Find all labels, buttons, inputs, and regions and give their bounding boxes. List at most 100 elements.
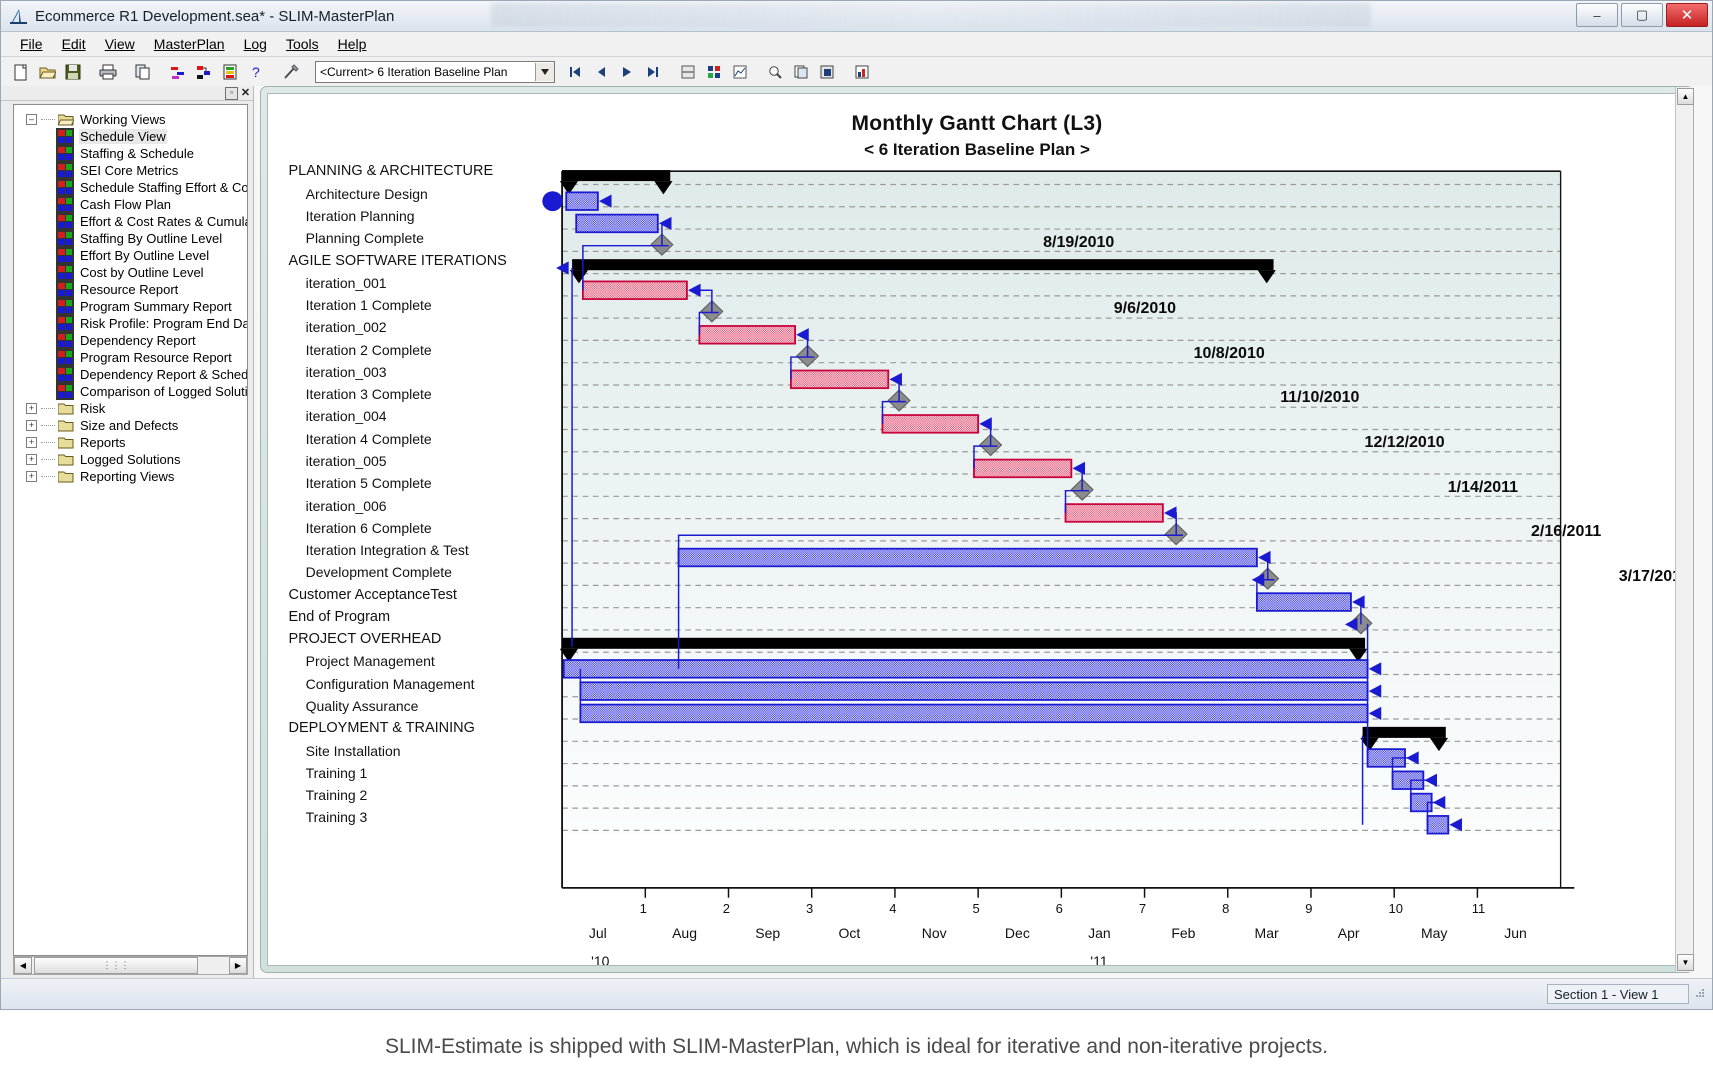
minimize-button[interactable]: –: [1576, 3, 1618, 27]
plan-select[interactable]: <Current> 6 Iteration Baseline Plan: [315, 61, 555, 83]
gantt-bar-architecture-design: [542, 191, 599, 212]
gantt-bar-iteration-002: [698, 325, 796, 345]
tree-folder-risk[interactable]: + Risk: [14, 400, 247, 417]
tree-item-label: Program Summary Report: [80, 299, 232, 314]
gantt-row-label: Iteration 5 Complete: [305, 475, 432, 492]
menu-view[interactable]: View: [96, 33, 144, 55]
tree-horizontal-scrollbar[interactable]: ◀ ⋮⋮⋮ ▶: [13, 956, 248, 975]
view-report-icon: [56, 145, 74, 162]
milestone-date-label: 11/10/2010: [1280, 389, 1360, 407]
resize-grip-icon[interactable]: [1693, 987, 1707, 1001]
tree-node-working-views[interactable]: – Working Views: [14, 111, 247, 128]
tree-expander-icon[interactable]: +: [26, 454, 37, 465]
scrollbar-thumb[interactable]: ⋮⋮⋮: [34, 957, 198, 974]
scroll-down-icon[interactable]: ▼: [1677, 954, 1694, 971]
tree-expander-icon[interactable]: +: [26, 471, 37, 482]
save-disk-icon[interactable]: [61, 60, 85, 84]
tree-expander-icon[interactable]: +: [26, 420, 37, 431]
view-report-icon: [56, 298, 74, 315]
view-report-icon: [56, 281, 74, 298]
scroll-up-icon[interactable]: ▲: [1677, 88, 1694, 105]
axis-tick-number: 11: [1471, 901, 1486, 917]
tree-item-cash-flow-plan[interactable]: Cash Flow Plan: [14, 196, 247, 213]
milestone-date-label: 1/14/2011: [1447, 478, 1519, 496]
tree-item-dependency-report[interactable]: Dependency Report: [14, 332, 247, 349]
export-icon[interactable]: [850, 60, 874, 84]
menu-masterplan[interactable]: MasterPlan: [145, 33, 234, 55]
legend-icon[interactable]: [218, 60, 242, 84]
tree-item-schedule-staffing-effort-cost[interactable]: Schedule Staffing Effort & Cost: [14, 179, 247, 196]
tree-item-schedule-view[interactable]: Schedule View: [14, 128, 247, 145]
tree-item-label: Risk Profile: Program End Date: [80, 316, 248, 331]
gantt-bar-project-management: [562, 659, 1369, 679]
open-folder-icon[interactable]: [35, 60, 59, 84]
views-tree[interactable]: – Working Views Schedule View Staffing & …: [13, 104, 248, 956]
scroll-left-icon[interactable]: ◀: [14, 957, 32, 974]
first-record-icon[interactable]: [563, 60, 587, 84]
tree-item-effort-cost-rates-cumulative[interactable]: Effort & Cost Rates & Cumulative: [14, 213, 247, 230]
tree-folder-size-and-defects[interactable]: + Size and Defects: [14, 417, 247, 434]
plan-select-value: <Current> 6 Iteration Baseline Plan: [320, 65, 508, 79]
previous-record-icon[interactable]: [589, 60, 613, 84]
restore-icon[interactable]: ▫: [225, 86, 238, 100]
tree-item-program-resource-report[interactable]: Program Resource Report: [14, 349, 247, 366]
tree-item-staffing-by-outline-level[interactable]: Staffing By Outline Level: [14, 230, 247, 247]
menu-edit[interactable]: Edit: [53, 33, 95, 55]
play-icon[interactable]: [615, 60, 639, 84]
chevron-down-icon[interactable]: [535, 63, 554, 81]
axis-year-label: '11: [1090, 952, 1108, 966]
last-record-icon[interactable]: [641, 60, 665, 84]
scroll-right-icon[interactable]: ▶: [229, 957, 247, 974]
tree-expander-icon[interactable]: –: [26, 114, 37, 125]
menu-tools[interactable]: Tools: [277, 33, 328, 55]
gantt-row-label: Configuration Management: [305, 675, 475, 692]
chart-bar-icon[interactable]: [166, 60, 190, 84]
tree-folder-logged-solutions[interactable]: + Logged Solutions: [14, 451, 247, 468]
help-question-icon[interactable]: ?: [244, 60, 268, 84]
line-chart-icon[interactable]: [728, 60, 752, 84]
tree-item-program-summary-report[interactable]: Program Summary Report: [14, 298, 247, 315]
menu-view-label: View: [104, 36, 135, 52]
axis-tick-number: 10: [1388, 901, 1403, 917]
tree-item-effort-by-outline-level[interactable]: Effort By Outline Level: [14, 247, 247, 264]
menu-file-label: File: [20, 36, 43, 52]
tree-item-label: Schedule Staffing Effort & Cost: [80, 180, 248, 195]
maximize-button[interactable]: ▢: [1621, 3, 1663, 27]
tree-item-staffing-schedule[interactable]: Staffing & Schedule: [14, 145, 247, 162]
view-report-icon: [56, 247, 74, 264]
close-button[interactable]: ✕: [1666, 3, 1708, 27]
tree-item-comparison-of-logged-solution[interactable]: Comparison of Logged Solution: [14, 383, 247, 400]
tree-folder-reporting-views[interactable]: + Reporting Views: [14, 468, 247, 485]
new-document-icon[interactable]: [9, 60, 33, 84]
tree-item-cost-by-outline-level[interactable]: Cost by Outline Level: [14, 264, 247, 281]
print-icon[interactable]: [96, 60, 120, 84]
tree-item-label: Comparison of Logged Solution: [80, 384, 248, 399]
tree-item-risk-profile-program-end-date[interactable]: Risk Profile: Program End Date: [14, 315, 247, 332]
view-report-icon: [56, 213, 74, 230]
tree-folder-reports[interactable]: + Reports: [14, 434, 247, 451]
menu-file[interactable]: File: [11, 33, 52, 55]
report-grid-icon[interactable]: [676, 60, 700, 84]
zoom-preview-icon[interactable]: [763, 60, 787, 84]
menu-log[interactable]: Log: [235, 33, 276, 55]
gantt-row-label: Training 2: [305, 787, 368, 804]
pointer-wand-icon[interactable]: [279, 60, 303, 84]
close-icon[interactable]: ✕: [240, 87, 251, 99]
gantt-row-label: iteration_005: [305, 452, 387, 469]
axis-tick-number: 7: [1138, 901, 1147, 917]
axis-month-label: Jul: [588, 925, 607, 942]
gantt-row-label: Iteration 4 Complete: [305, 430, 432, 447]
tree-item-sei-core-metrics[interactable]: SEI Core Metrics: [14, 162, 247, 179]
tree-expander-icon[interactable]: +: [26, 437, 37, 448]
paste-view-icon[interactable]: [815, 60, 839, 84]
chart-vertical-scrollbar[interactable]: ▲ ▼: [1675, 87, 1694, 972]
tree-item-dependency-report-schedule[interactable]: Dependency Report & Schedule: [14, 366, 247, 383]
copy-icon[interactable]: [131, 60, 155, 84]
copy-view-icon[interactable]: [789, 60, 813, 84]
menu-help[interactable]: Help: [329, 33, 376, 55]
tree-expander-icon[interactable]: +: [26, 403, 37, 414]
chart-network-icon[interactable]: [192, 60, 216, 84]
view-report-icon: [56, 264, 74, 281]
tree-item-resource-report[interactable]: Resource Report: [14, 281, 247, 298]
grid-view-icon[interactable]: [702, 60, 726, 84]
